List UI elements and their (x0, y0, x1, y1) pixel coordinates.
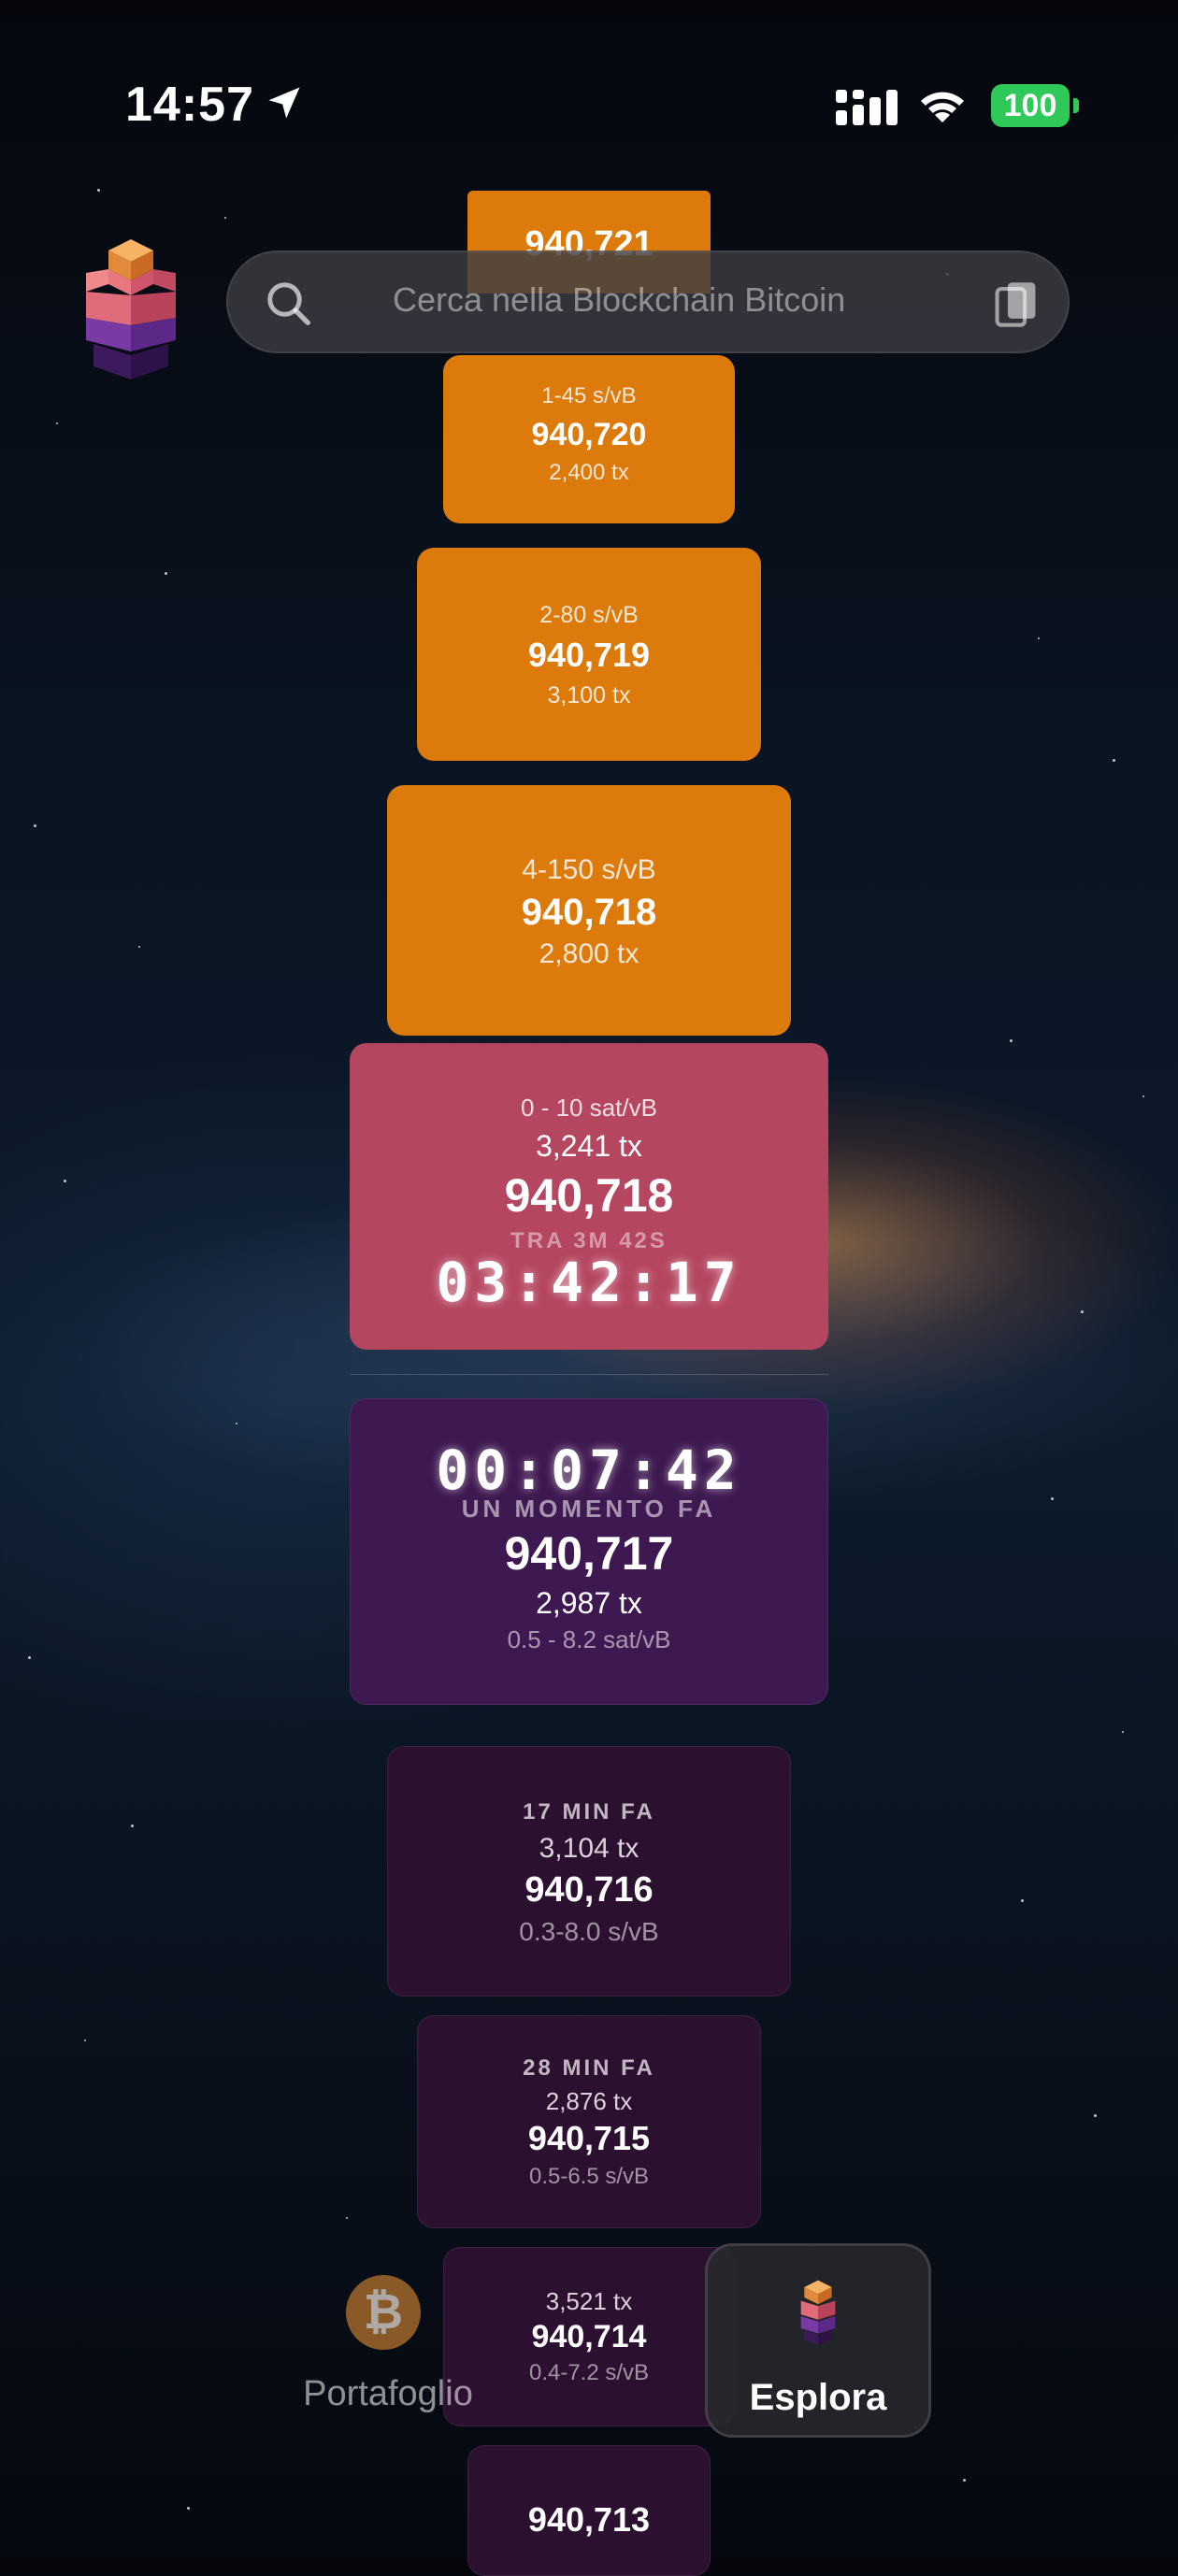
block-age: UN MOMENTO FA (461, 1495, 717, 1523)
divider-line (350, 1374, 828, 1375)
projected-block[interactable]: 4-150 s/vB 940,718 2,800 tx (387, 785, 791, 1036)
mined-block[interactable]: 28 MIN FA 2,876 tx 940,715 0.5-6.5 s/vB (417, 2015, 761, 2228)
block-height: 940,720 (531, 417, 647, 452)
wifi-icon (921, 92, 964, 122)
block-age: 17 MIN FA (523, 1799, 655, 1825)
block-age: 28 MIN FA (523, 2055, 655, 2081)
tab-wallet[interactable]: ₿ Portafoglio (280, 2271, 496, 2421)
status-time: 14:57 (125, 78, 254, 132)
bitcoin-icon: ₿ (346, 2275, 421, 2350)
block-fee-range: 4-150 s/vB (522, 854, 656, 885)
block-tx-count: 3,100 tx (547, 682, 631, 708)
block-fee-range: 0.5-6.5 s/vB (528, 2164, 650, 2189)
block-height: 940,715 (527, 2119, 651, 2157)
search-bar[interactable]: Cerca nella Blockchain Bitcoin (226, 250, 1070, 353)
block-height: 940,713 (527, 2500, 651, 2539)
search-icon (267, 282, 310, 325)
battery-indicator: 100 (991, 84, 1081, 127)
block-fee-range: 0 - 10 sat/vB (521, 1094, 657, 1122)
block-fee-range: 2-80 s/vB (539, 602, 639, 628)
block-tx-count: 2,987 tx (536, 1586, 642, 1620)
block-height: 940,719 (527, 636, 651, 674)
tab-wallet-label: Portafoglio (303, 2374, 473, 2413)
location-arrow-icon (268, 87, 300, 119)
block-tx-count: 3,104 tx (539, 1833, 639, 1864)
app-logo-icon[interactable] (86, 239, 176, 379)
paste-icon[interactable] (995, 280, 1038, 327)
block-tx-count: 2,876 tx (545, 2087, 633, 2115)
tab-explore[interactable]: Esplora (705, 2243, 931, 2438)
block-fee-range: 0.3-8.0 s/vB (519, 1917, 659, 1946)
block-fee-range: 0.5 - 8.2 sat/vB (507, 1625, 671, 1653)
block-fee-range: 1-45 s/vB (541, 383, 637, 408)
projected-block[interactable]: 1-45 s/vB 940,720 2,400 tx (443, 355, 735, 523)
search-input[interactable]: Cerca nella Blockchain Bitcoin (393, 280, 845, 320)
block-height: 940,718 (521, 892, 657, 933)
mined-block[interactable]: 17 MIN FA 3,104 tx 940,716 0.3-8.0 s/vB (387, 1746, 791, 1996)
cellular-signal-icon (836, 90, 898, 125)
block-tx-count: 3,241 tx (536, 1129, 642, 1163)
next-block[interactable]: 0 - 10 sat/vB 3,241 tx 940,718 TRA 3M 42… (350, 1043, 828, 1350)
countdown-timer: 03:42:17 (436, 1251, 742, 1314)
latest-block[interactable]: 00:07:42 UN MOMENTO FA 940,717 2,987 tx … (350, 1398, 828, 1705)
battery-level: 100 (991, 84, 1070, 127)
block-height: 940,716 (524, 1870, 654, 1910)
status-bar: 14:57 100 (0, 0, 1178, 132)
tab-explore-label: Esplora (749, 2377, 887, 2418)
block-tx-count: 2,400 tx (549, 460, 629, 485)
block-height: 940,717 (504, 1527, 674, 1580)
mined-block[interactable]: 940,713 (467, 2445, 711, 2576)
projected-block[interactable]: 2-80 s/vB 940,719 3,100 tx (417, 548, 761, 761)
battery-tip (1073, 98, 1079, 113)
block-height: 940,718 (504, 1169, 674, 1222)
block-stack-icon (800, 2280, 836, 2345)
block-tx-count: 2,800 tx (539, 938, 639, 969)
elapsed-timer: 00:07:42 (436, 1438, 742, 1502)
